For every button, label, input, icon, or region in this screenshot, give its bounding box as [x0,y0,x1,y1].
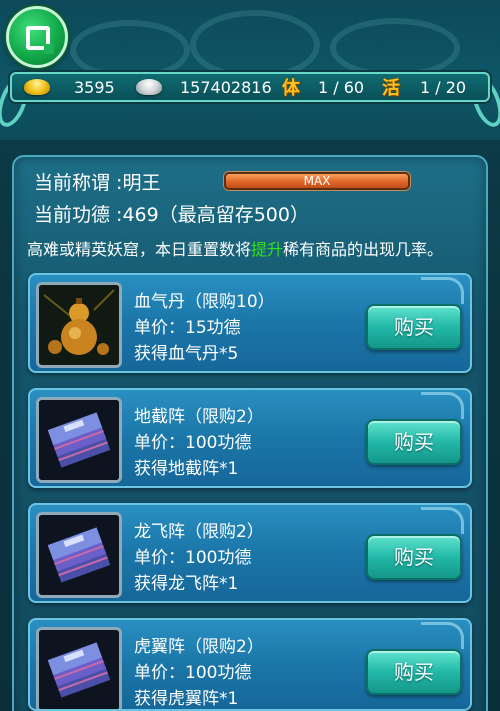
silver-count-wrap: 157402816 [180,76,272,98]
item-reward: 获得血气丹*5 [134,344,239,364]
stamina-icon-wrap: 体 [282,76,300,99]
desc-highlight: 提升 [251,240,284,259]
item-reward: 获得虎翼阵*1 [134,689,239,709]
shop-item-card: 地截阵（限购2） 单价：100功德 获得地截阵*1 购买 [28,388,472,488]
gold-count-wrap: 3595 [74,76,115,98]
buy-button[interactable]: 购买 [366,419,462,465]
activity-icon: 活 [382,78,400,99]
merit-row: 当前功德 :469（最高留存500） [34,200,309,227]
item-price: 单价：15功德 [134,318,241,338]
title-label: 当前称谓 : [34,172,123,194]
desc-text-end: 稀有商品的出现几率。 [283,240,444,259]
item-reward: 获得龙飞阵*1 [134,574,239,594]
activity-icon-wrap: 活 [382,76,400,99]
gold-ingot-icon [24,79,50,95]
silver-count: 157402816 [180,77,272,97]
item-reward: 获得地截阵*1 [134,459,239,479]
stamina-wrap: 1 / 60 [318,76,364,98]
item-title: 血气丹（限购10） [134,292,275,312]
back-button[interactable] [6,6,68,68]
activity-wrap: 1 / 20 [420,76,466,98]
shop-item-card: 血气丹（限购10） 单价：15功德 获得血气丹*5 购买 [28,273,472,373]
rank-progress-text: MAX [303,174,331,188]
shop-description: 高难或精英妖窟，本日重置数将提升稀有商品的出现几率。 [27,236,443,260]
cloud-decoration [330,18,460,78]
desc-text: 高难或精英妖窟，本日重置数将 [27,240,252,259]
buy-button[interactable]: 购买 [366,304,462,350]
shop-item-card: 龙飞阵（限购2） 单价：100功德 获得龙飞阵*1 购买 [28,503,472,603]
scroll-book-icon [36,512,122,598]
gold-count: 3595 [74,77,115,97]
stamina-icon: 体 [282,78,300,99]
scroll-book-icon [36,627,122,709]
merit-value: 469（最高留存500） [122,204,309,226]
buy-button[interactable]: 购买 [366,534,462,580]
item-title: 虎翼阵（限购2） [134,637,264,657]
back-square-icon [26,26,54,54]
scroll-book-icon [36,397,122,483]
title-row: 当前称谓 :明王 [34,168,160,195]
title-value: 明王 [122,172,161,194]
silver-ingot-icon [136,79,162,95]
item-title: 龙飞阵（限购2） [134,522,264,542]
item-title: 地截阵（限购2） [134,407,264,427]
cloud-decoration [70,20,190,80]
silver-display [136,76,162,98]
item-price: 单价：100功德 [134,548,252,568]
merit-label: 当前功德 : [34,204,123,226]
item-price: 单价：100功德 [134,433,252,453]
gold-display [24,76,50,98]
buy-button[interactable]: 购买 [366,649,462,695]
activity-count: 1 / 20 [420,77,467,97]
gourd-icon [36,282,122,368]
rank-progress-bar: MAX [224,172,410,190]
stamina-count: 1 / 60 [318,77,365,97]
shop-item-card: 虎翼阵（限购2） 单价：100功德 获得虎翼阵*1 购买 [28,618,472,711]
cloud-decoration [190,10,320,80]
item-price: 单价：100功德 [134,663,252,683]
header-background [0,0,500,140]
